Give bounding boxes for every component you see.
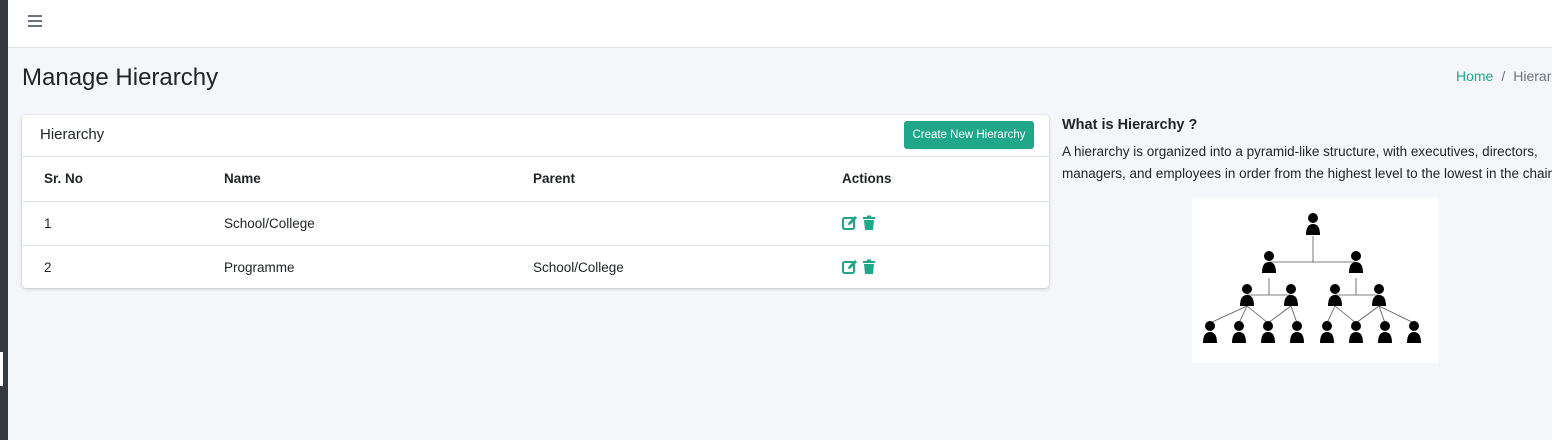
column-header-parent: Parent xyxy=(511,157,820,202)
hierarchy-table: Sr. No Name Parent Actions 1 School/Coll… xyxy=(22,157,1049,288)
card-title: Hierarchy xyxy=(40,126,105,143)
top-navbar xyxy=(8,0,1552,48)
column-header-name: Name xyxy=(202,157,511,202)
cell-sr-no: 1 xyxy=(22,201,202,246)
org-chart-illustration xyxy=(1203,213,1421,343)
info-description: A hierarchy is organized into a pyramid-… xyxy=(1062,141,1552,185)
card-header: Hierarchy Create New Hierarchy xyxy=(22,115,1049,157)
hierarchy-info-panel: What is Hierarchy ? A hierarchy is organ… xyxy=(1062,117,1552,185)
breadcrumb-current: Hierarchy xyxy=(1513,68,1552,84)
table-header-row: Sr. No Name Parent Actions xyxy=(22,157,1049,202)
breadcrumb-home-link[interactable]: Home xyxy=(1456,68,1493,84)
edit-icon[interactable] xyxy=(842,215,858,231)
cell-name: Programme xyxy=(224,259,295,275)
trash-icon[interactable] xyxy=(861,215,877,231)
hierarchy-card: Hierarchy Create New Hierarchy Sr. No Na… xyxy=(22,115,1049,288)
cell-parent: School/College xyxy=(533,259,624,275)
breadcrumb-separator: / xyxy=(1501,68,1506,84)
table-row: 2 Programme School/College xyxy=(22,245,1049,288)
info-text-line: A hierarchy is organized into a pyramid-… xyxy=(1062,144,1538,159)
cell-actions xyxy=(820,201,1049,246)
breadcrumb: Home / Hierarchy xyxy=(1456,68,1552,84)
info-title: What is Hierarchy ? xyxy=(1062,117,1198,133)
sidebar-active-marker xyxy=(0,352,3,386)
cell-sr-no: 2 xyxy=(44,259,52,275)
info-text-line: managers, and employees in order from th… xyxy=(1062,166,1552,181)
trash-icon[interactable] xyxy=(861,259,877,275)
cell-actions xyxy=(820,245,1049,288)
left-sidebar-edge xyxy=(0,0,8,440)
column-header-actions: Actions xyxy=(820,157,1049,202)
create-new-hierarchy-button[interactable]: Create New Hierarchy xyxy=(904,121,1034,149)
column-header-sr-no: Sr. No xyxy=(22,157,202,202)
page-title: Manage Hierarchy xyxy=(22,64,219,91)
hierarchy-pyramid-image xyxy=(1192,198,1439,363)
hamburger-icon[interactable] xyxy=(28,15,42,27)
edit-icon[interactable] xyxy=(842,259,858,275)
table-row: 1 School/College xyxy=(22,201,1049,246)
cell-name: School/College xyxy=(202,201,511,246)
cell-parent xyxy=(511,201,820,246)
